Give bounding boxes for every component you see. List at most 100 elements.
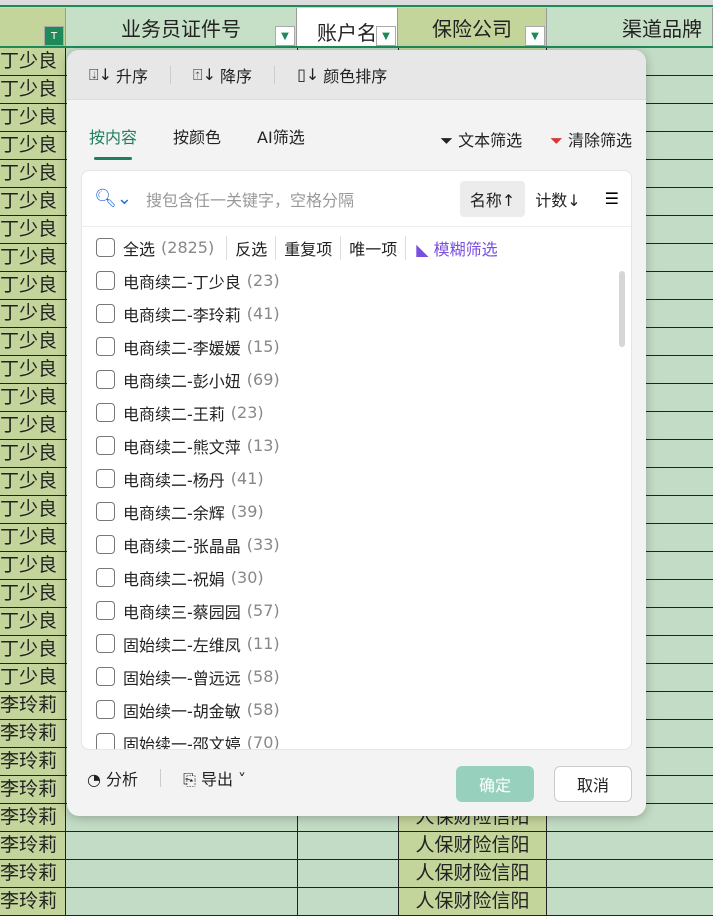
pie-chart-icon: ◔ bbox=[87, 770, 107, 789]
active-filter-icon[interactable]: T bbox=[44, 26, 64, 46]
cell[interactable]: 丁少良 bbox=[0, 48, 66, 75]
item-count: (41) bbox=[246, 304, 280, 323]
list-item[interactable]: 电商续二-祝娟 (30) bbox=[96, 561, 611, 594]
cell[interactable]: 李玲莉 bbox=[0, 776, 66, 803]
export-button[interactable]: ⎘ 导出 ˅ bbox=[183, 766, 246, 790]
fuzzy-filter-button[interactable]: ◣ 模糊筛选 bbox=[405, 235, 498, 260]
cell[interactable]: 丁少良 bbox=[0, 412, 66, 439]
filter-dropdown-button[interactable]: ▼ bbox=[525, 26, 545, 46]
cell[interactable]: 丁少良 bbox=[0, 300, 66, 327]
sort-bar: ⍗↓ 升序 ⍐↓ 降序 ▯↓ 颜色排序 bbox=[67, 50, 646, 100]
item-checkbox[interactable] bbox=[96, 436, 115, 455]
column-header[interactable]: 渠道品牌 bbox=[547, 8, 713, 46]
item-checkbox[interactable] bbox=[96, 733, 115, 749]
table-row: 李玲莉人保财险信阳 bbox=[0, 888, 713, 916]
cell[interactable]: 丁少良 bbox=[0, 76, 66, 103]
list-item[interactable]: 电商续二-李玲莉 (41) bbox=[96, 297, 611, 330]
list-item[interactable]: 电商续二-杨丹 (41) bbox=[96, 462, 611, 495]
cell[interactable]: 丁少良 bbox=[0, 636, 66, 663]
list-item[interactable]: 电商续二-丁少良 (23) bbox=[96, 264, 611, 297]
clear-filter-button[interactable]: ⏷ 清除筛选 bbox=[550, 127, 632, 151]
ai-logo-icon: ◣ bbox=[416, 239, 434, 259]
clear-funnel-icon: ⏷ bbox=[550, 131, 568, 150]
cell[interactable]: 丁少良 bbox=[0, 580, 66, 607]
list-item[interactable]: 电商续二-王莉 (23) bbox=[96, 396, 611, 429]
cell[interactable]: 丁少良 bbox=[0, 160, 66, 187]
cell[interactable]: 丁少良 bbox=[0, 104, 66, 131]
analyze-button[interactable]: ◔ 分析 bbox=[87, 766, 138, 790]
item-checkbox[interactable] bbox=[96, 601, 115, 620]
cell[interactable]: 李玲莉 bbox=[0, 804, 66, 831]
sort-by-count-button[interactable]: 计数↓ bbox=[525, 181, 590, 217]
cell[interactable]: 丁少良 bbox=[0, 328, 66, 355]
list-item[interactable]: 固始续一-邵文婷 (70) bbox=[96, 726, 611, 749]
table-row: 李玲莉 人保财险信阳 bbox=[0, 832, 713, 860]
list-item[interactable]: 电商续二-彭小妞 (69) bbox=[96, 363, 611, 396]
cell[interactable]: 人保财险信阳 bbox=[398, 860, 547, 887]
item-checkbox[interactable] bbox=[96, 304, 115, 323]
select-all-label[interactable]: 全选 bbox=[123, 236, 155, 260]
cell[interactable]: 丁少良 bbox=[0, 608, 66, 635]
column-header[interactable]: 业务员证件号 bbox=[66, 8, 297, 46]
cell[interactable]: 丁少良 bbox=[0, 440, 66, 467]
item-checkbox[interactable] bbox=[96, 337, 115, 356]
list-item[interactable]: 固始续二-左维凤 (11) bbox=[96, 627, 611, 660]
select-all-checkbox[interactable] bbox=[96, 238, 115, 257]
item-checkbox[interactable] bbox=[96, 535, 115, 554]
filter-dropdown-button[interactable]: ▼ bbox=[376, 26, 396, 46]
item-checkbox[interactable] bbox=[96, 568, 115, 587]
sort-by-name-button[interactable]: 名称↑ bbox=[459, 180, 526, 217]
cell[interactable]: 李玲莉 bbox=[0, 748, 66, 775]
list-item[interactable]: 固始续一-曾远远 (58) bbox=[96, 660, 611, 693]
color-sort-button[interactable]: ▯↓ 颜色排序 bbox=[297, 63, 387, 87]
item-checkbox[interactable] bbox=[96, 469, 115, 488]
cell[interactable]: 李玲莉 bbox=[0, 692, 66, 719]
cell[interactable]: 丁少良 bbox=[0, 132, 66, 159]
list-item[interactable]: 电商续二-熊文萍 (13) bbox=[96, 429, 611, 462]
list-settings-icon[interactable]: ☰ bbox=[605, 189, 619, 208]
item-checkbox[interactable] bbox=[96, 634, 115, 653]
list-item[interactable]: 固始续一-胡金敏 (58) bbox=[96, 693, 611, 726]
cell[interactable]: 人保财险信阳 bbox=[398, 832, 547, 859]
sort-descending-button[interactable]: ⍐↓ 降序 bbox=[193, 63, 252, 87]
cell[interactable]: 丁少良 bbox=[0, 188, 66, 215]
list-item[interactable]: 电商续三-蔡园园 (57) bbox=[96, 594, 611, 627]
confirm-button[interactable]: 确定 bbox=[456, 766, 534, 802]
list-scrollbar[interactable] bbox=[619, 271, 625, 347]
tab-by-content[interactable]: 按内容 bbox=[89, 124, 137, 160]
cell[interactable]: 丁少良 bbox=[0, 468, 66, 495]
cancel-button[interactable]: 取消 bbox=[554, 766, 632, 802]
cell[interactable]: 丁少良 bbox=[0, 244, 66, 271]
sort-ascending-button[interactable]: ⍗↓ 升序 bbox=[89, 63, 148, 87]
invert-button[interactable]: 反选 bbox=[226, 235, 275, 260]
item-checkbox[interactable] bbox=[96, 403, 115, 422]
cell[interactable]: 丁少良 bbox=[0, 216, 66, 243]
item-checkbox[interactable] bbox=[96, 370, 115, 389]
cell[interactable]: 丁少良 bbox=[0, 272, 66, 299]
header-label: 保险公司 bbox=[432, 16, 512, 41]
item-checkbox[interactable] bbox=[96, 700, 115, 719]
cell[interactable]: 丁少良 bbox=[0, 524, 66, 551]
cell[interactable]: 丁少良 bbox=[0, 384, 66, 411]
tab-by-color[interactable]: 按颜色 bbox=[173, 124, 221, 154]
unique-button[interactable]: 唯一项 bbox=[340, 235, 405, 260]
item-checkbox[interactable] bbox=[96, 667, 115, 686]
cell[interactable]: 李玲莉 bbox=[0, 832, 66, 859]
cell[interactable]: 李玲莉 bbox=[0, 860, 66, 887]
list-item[interactable]: 电商续二-李媛媛 (15) bbox=[96, 330, 611, 363]
item-checkbox[interactable] bbox=[96, 271, 115, 290]
list-item[interactable]: 电商续二-余辉 (39) bbox=[96, 495, 611, 528]
list-item[interactable]: 电商续二-张晶晶 (33) bbox=[96, 528, 611, 561]
cell[interactable]: 丁少良 bbox=[0, 496, 66, 523]
cell[interactable]: 丁少良 bbox=[0, 552, 66, 579]
duplicates-button[interactable]: 重复项 bbox=[275, 235, 340, 260]
search-mode-icon[interactable]: 🔍︎⌄ bbox=[94, 188, 132, 209]
cell[interactable]: 丁少良 bbox=[0, 664, 66, 691]
item-checkbox[interactable] bbox=[96, 502, 115, 521]
cell[interactable]: 丁少良 bbox=[0, 356, 66, 383]
text-filter-button[interactable]: ⏷ 文本筛选 bbox=[440, 127, 522, 151]
filter-dropdown-button[interactable]: ▼ bbox=[275, 26, 295, 46]
cell[interactable]: 李玲莉 bbox=[0, 720, 66, 747]
search-input[interactable]: 搜包含任一关键字，空格分隔 bbox=[146, 187, 460, 211]
tab-ai-filter[interactable]: AI筛选 bbox=[257, 124, 305, 154]
